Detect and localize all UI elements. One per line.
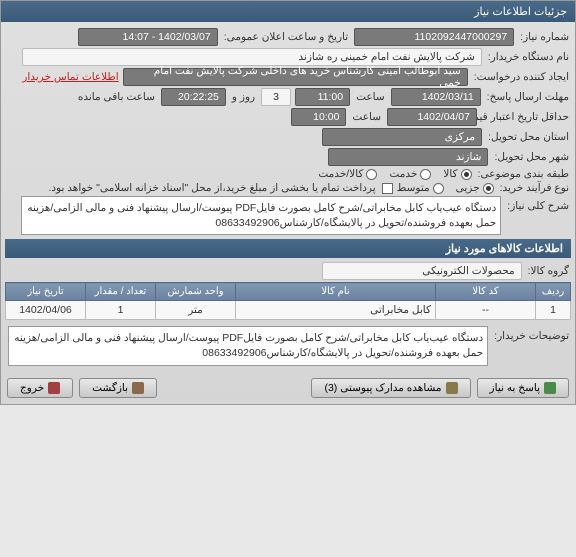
radio-goods-service[interactable]: کالا/خدمت bbox=[318, 168, 377, 180]
validity-time: 10:00 bbox=[291, 108, 346, 126]
province-label: استان محل تحویل: bbox=[486, 131, 571, 143]
category-label: طبقه بندی موضوعی: bbox=[476, 168, 571, 180]
radio-medium-label: متوسط bbox=[397, 182, 430, 194]
back-label: بازگشت bbox=[92, 382, 128, 394]
city-value: شازند bbox=[328, 148, 488, 166]
days-label: روز و bbox=[230, 91, 257, 103]
requester-value: سید ابوطالب امینی کارشناس خرید های داخلی… bbox=[123, 68, 468, 86]
at-label-1: ساعت bbox=[354, 91, 387, 103]
announce-date-value: 1402/03/07 - 14:07 bbox=[78, 28, 218, 46]
radio-service-input[interactable] bbox=[420, 169, 431, 180]
reply-icon bbox=[544, 382, 556, 394]
buyer-notes-value: دستگاه عیب‌یاب کابل مخابراتی/شرح کامل بص… bbox=[8, 326, 488, 365]
radio-minor[interactable]: جزیی bbox=[456, 182, 494, 194]
cell-qty: 1 bbox=[86, 301, 156, 320]
buyer-org-value: شرکت پالایش نفت امام خمینی ره شازند bbox=[22, 48, 482, 66]
col-code: کد کالا bbox=[436, 283, 536, 301]
col-name: نام کالا bbox=[236, 283, 436, 301]
col-date: تاریخ نیاز bbox=[6, 283, 86, 301]
contact-link[interactable]: اطلاعات تماس خریدار bbox=[22, 71, 118, 83]
attachments-label: مشاهده مدارک پیوستی (3) bbox=[324, 382, 441, 394]
need-desc-label: شرح کلی نیاز: bbox=[505, 196, 571, 212]
need-number-label: شماره نیاز: bbox=[518, 31, 571, 43]
radio-goods-service-input[interactable] bbox=[366, 169, 377, 180]
cell-date: 1402/04/06 bbox=[6, 301, 86, 320]
remaining-label: ساعت باقی مانده bbox=[76, 91, 157, 103]
province-value: مرکزی bbox=[322, 128, 482, 146]
exit-button[interactable]: خروج bbox=[7, 378, 73, 398]
buyer-notes-label: توضیحات خریدار: bbox=[492, 326, 571, 342]
attach-icon bbox=[446, 382, 458, 394]
radio-medium[interactable]: متوسط bbox=[397, 182, 444, 194]
table-row[interactable]: 1 -- کابل مخابراتی متر 1 1402/04/06 bbox=[6, 301, 571, 320]
deadline-label: مهلت ارسال پاسخ: bbox=[485, 91, 571, 103]
radio-goods-input[interactable] bbox=[461, 169, 472, 180]
details-window: جزئیات اطلاعات نیاز شماره نیاز: 11020924… bbox=[0, 0, 576, 405]
reply-label: پاسخ به نیاز bbox=[490, 382, 540, 394]
category-radios: کالا خدمت کالا/خدمت bbox=[318, 168, 471, 180]
cell-row: 1 bbox=[536, 301, 571, 320]
col-row: ردیف bbox=[536, 283, 571, 301]
goods-group-value: محصولات الکترونیکی bbox=[322, 262, 522, 280]
treasury-checkbox[interactable] bbox=[382, 183, 393, 194]
cell-name: کابل مخابراتی bbox=[236, 301, 436, 320]
deadline-date: 1402/03/11 bbox=[391, 88, 481, 106]
payment-note: پرداخت تمام یا بخشی از مبلغ خرید،از محل … bbox=[46, 182, 377, 194]
radio-minor-input[interactable] bbox=[483, 183, 494, 194]
cell-unit: متر bbox=[156, 301, 236, 320]
radio-goods[interactable]: کالا bbox=[443, 168, 471, 180]
radio-medium-input[interactable] bbox=[433, 183, 444, 194]
cell-code: -- bbox=[436, 301, 536, 320]
goods-group-label: گروه کالا: bbox=[526, 265, 571, 277]
validity-label: حداقل تاریخ اعتبار قیمت تا تاریخ: bbox=[481, 111, 571, 123]
validity-date: 1402/04/07 bbox=[387, 108, 477, 126]
footer-bar: پاسخ به نیاز مشاهده مدارک پیوستی (3) باز… bbox=[1, 372, 575, 404]
buyer-org-label: نام دستگاه خریدار: bbox=[486, 51, 571, 63]
radio-goods-label: کالا bbox=[443, 168, 457, 180]
main-content: شماره نیاز: 1102092447000297 تاریخ و ساع… bbox=[1, 22, 575, 372]
col-unit: واحد شمارش bbox=[156, 283, 236, 301]
exit-icon bbox=[48, 382, 60, 394]
requester-label: ایجاد کننده درخواست: bbox=[472, 71, 571, 83]
city-label: شهر محل تحویل: bbox=[492, 151, 571, 163]
radio-goods-service-label: کالا/خدمت bbox=[318, 168, 363, 180]
goods-section-header: اطلاعات کالاهای مورد نیاز bbox=[5, 239, 571, 258]
reply-button[interactable]: پاسخ به نیاز bbox=[477, 378, 569, 398]
announce-date-label: تاریخ و ساعت اعلان عمومی: bbox=[222, 31, 350, 43]
at-label-2: ساعت bbox=[350, 111, 383, 123]
purchase-type-label: نوع فرآیند خرید: bbox=[498, 182, 571, 194]
back-button[interactable]: بازگشت bbox=[79, 378, 157, 398]
attachments-button[interactable]: مشاهده مدارک پیوستی (3) bbox=[311, 378, 470, 398]
days-remain: 3 bbox=[261, 88, 291, 106]
goods-table: ردیف کد کالا نام کالا واحد شمارش تعداد /… bbox=[5, 282, 571, 320]
window-title: جزئیات اطلاعات نیاز bbox=[1, 1, 575, 22]
radio-service-label: خدمت bbox=[389, 168, 417, 180]
back-icon bbox=[132, 382, 144, 394]
col-qty: تعداد / مقدار bbox=[86, 283, 156, 301]
deadline-time: 11:00 bbox=[295, 88, 350, 106]
exit-label: خروج bbox=[20, 382, 44, 394]
need-desc-value: دستگاه عیب‌یاب کابل مخابراتی/شرح کامل بص… bbox=[21, 196, 501, 235]
radio-service[interactable]: خدمت bbox=[389, 168, 431, 180]
need-number-value: 1102092447000297 bbox=[354, 28, 514, 46]
radio-minor-label: جزیی bbox=[456, 182, 480, 194]
time-remain: 20:22:25 bbox=[161, 88, 226, 106]
purchase-type-radios: جزیی متوسط bbox=[397, 182, 494, 194]
